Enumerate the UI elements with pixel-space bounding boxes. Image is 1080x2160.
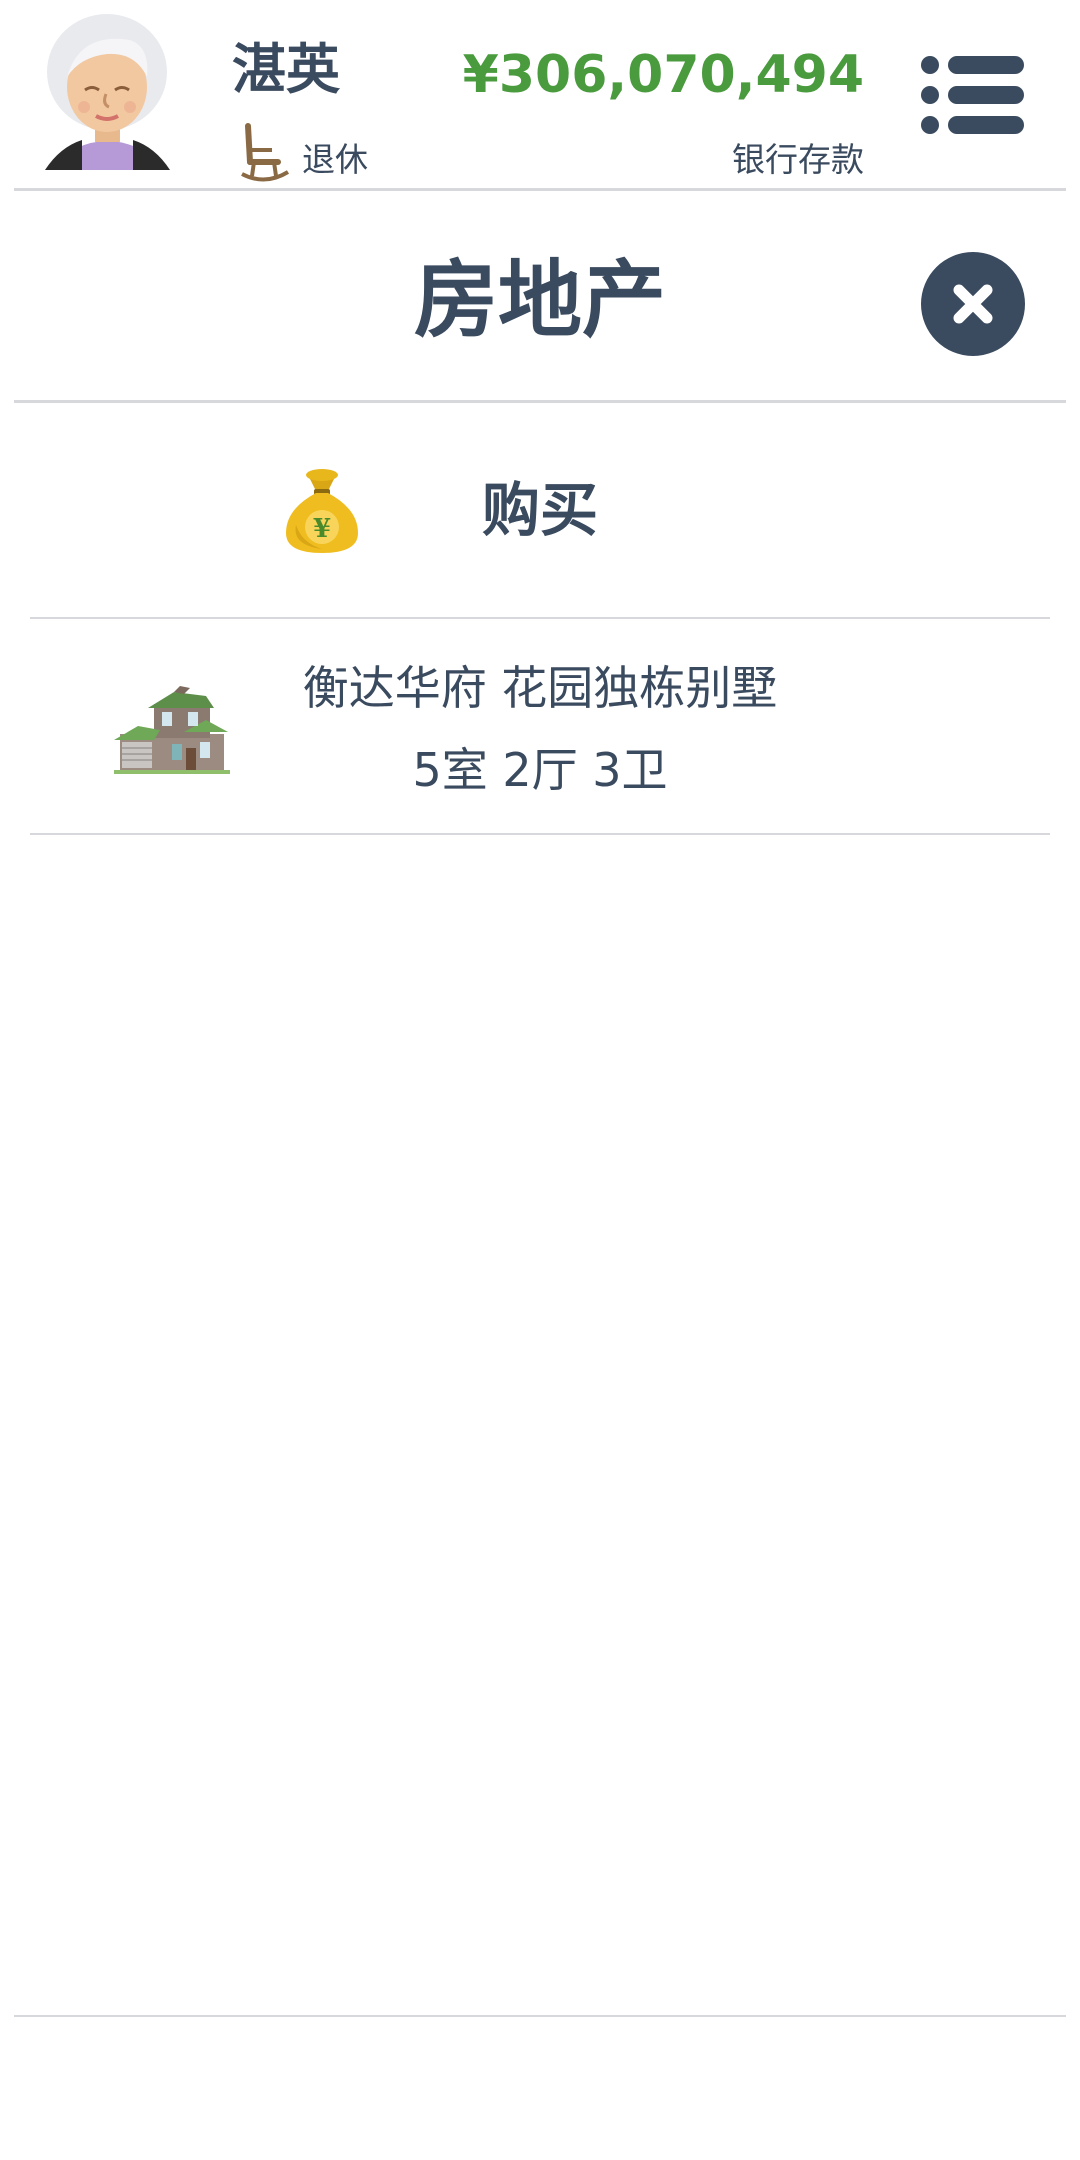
menu-list-icon xyxy=(921,56,1024,134)
bank-balance: ¥306,070,494 xyxy=(462,45,864,105)
header-divider xyxy=(14,188,1066,191)
status-header: 湛英 退休 ¥306,070,494 银行存款 xyxy=(0,0,1080,191)
dialog-title: 房地产 xyxy=(413,251,666,349)
status-label: 退休 xyxy=(302,140,368,179)
close-button[interactable] xyxy=(921,252,1025,356)
real-estate-screen: 湛英 退休 ¥306,070,494 银行存款 房地产 ¥ 购买 衡达华府 花园… xyxy=(0,0,1080,2160)
menu-button[interactable] xyxy=(920,55,1025,135)
buy-label: 购买 xyxy=(481,476,598,544)
footer-divider xyxy=(14,2015,1066,2017)
row-divider xyxy=(30,617,1050,619)
bank-balance-label: 银行存款 xyxy=(732,140,864,179)
row-divider xyxy=(30,833,1050,835)
player-name: 湛英 xyxy=(232,38,340,101)
buy-property-button[interactable]: ¥ 购买 xyxy=(30,405,1050,617)
property-list-item[interactable]: 衡达华府 花园独栋别墅 5室 2厅 3卫 xyxy=(30,620,1050,832)
property-name: 衡达华府 花园独栋别墅 xyxy=(302,661,778,715)
property-rooms: 5室 2厅 3卫 xyxy=(412,743,668,797)
rocking-chair-icon xyxy=(240,122,290,184)
close-icon xyxy=(953,284,993,324)
title-divider xyxy=(14,400,1066,403)
avatar[interactable] xyxy=(40,12,175,177)
